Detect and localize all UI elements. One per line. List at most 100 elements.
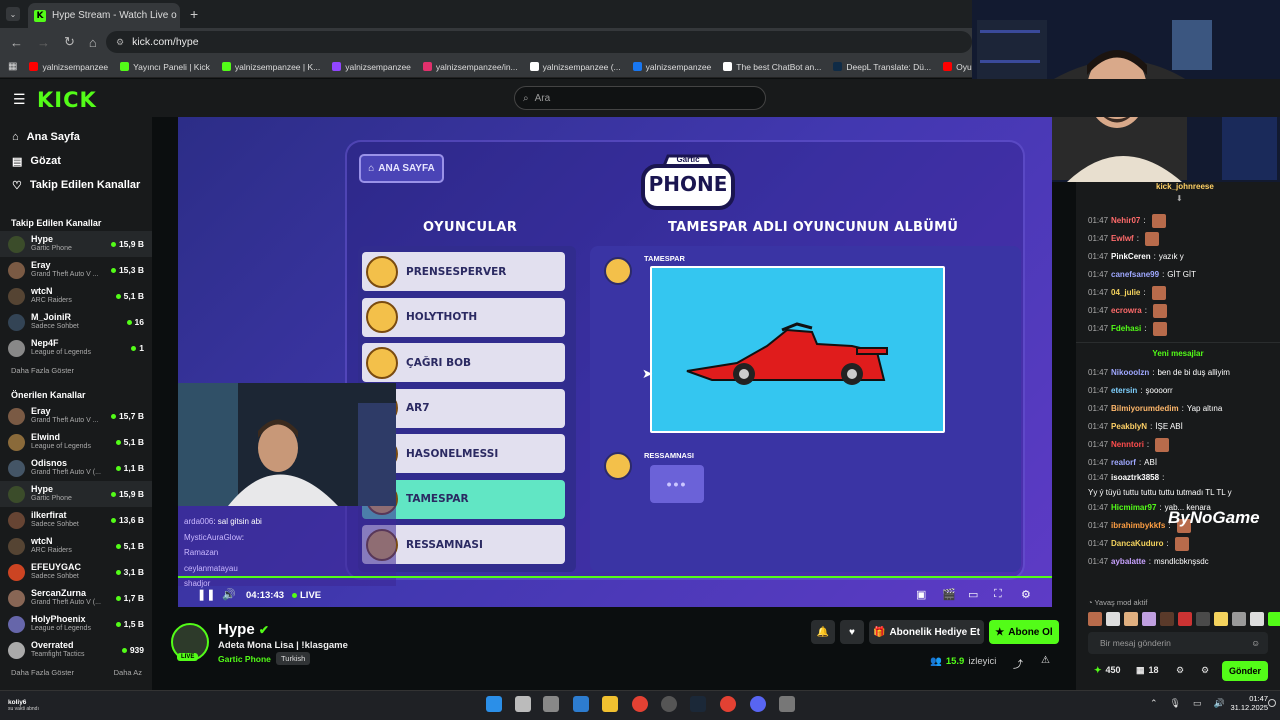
network-icon[interactable]: ▭ — [1193, 698, 1202, 709]
file-explorer-icon[interactable] — [602, 696, 618, 712]
profile-widget[interactable]: koliy6 su vakti abndı — [8, 699, 39, 712]
game-home-button[interactable]: ⌂ ANA SAYFA — [359, 154, 444, 183]
bookmark-item[interactable]: yalnizsempanzee (... — [529, 62, 621, 72]
emote-icon[interactable] — [1196, 612, 1210, 626]
player-row[interactable]: ÇAĞRI BOB — [362, 343, 565, 382]
chat-username[interactable]: Nikooolzn — [1111, 367, 1149, 379]
bookmark-item[interactable]: yalnizsempanzee | K... — [221, 62, 320, 72]
emote-icon[interactable] — [1142, 612, 1156, 626]
emote-icon[interactable] — [1214, 612, 1228, 626]
apps-grid-icon[interactable]: ▦ — [8, 61, 17, 72]
fullscreen-icon[interactable]: ⛶ — [994, 588, 1002, 601]
emote-icon[interactable] — [1160, 612, 1174, 626]
chat-username[interactable]: realorf — [1111, 457, 1136, 469]
streamer-name[interactable]: Hype ✔ — [218, 621, 269, 638]
back-icon[interactable]: ← — [10, 35, 23, 50]
browser-tab[interactable]: K Hype Stream - Watch Live o 🔈 ✕ — [28, 3, 180, 28]
share-icon[interactable]: ⤴ — [1013, 656, 1023, 671]
channel-item[interactable]: Elwind League of Legends 5,1 B — [0, 429, 152, 455]
steam-icon[interactable] — [690, 696, 706, 712]
report-icon[interactable]: ⚠ — [1041, 655, 1050, 666]
url-bar[interactable]: ⚙ kick.com/hype — [106, 31, 972, 53]
channel-item[interactable]: Nep4F League of Legends 1 — [0, 335, 152, 361]
theater-mode-icon[interactable]: ▭ — [968, 588, 978, 601]
chrome-icon[interactable] — [632, 696, 648, 712]
home-browser-icon[interactable]: ⌂ — [89, 35, 97, 50]
emote-icon[interactable] — [1232, 612, 1246, 626]
chat-username[interactable]: Fdehasi — [1111, 323, 1141, 335]
search-input[interactable]: ⌕ Ara — [514, 86, 766, 110]
site-info-icon[interactable]: ⚙ — [116, 37, 124, 48]
show-more-recommended-link[interactable]: Daha Fazla Göster — [11, 668, 74, 677]
channel-item[interactable]: Eray Grand Theft Auto V ... 15,7 B — [0, 403, 152, 429]
chat-counter[interactable]: ▦ 18 — [1136, 665, 1159, 676]
chat-username[interactable]: canefsane99 — [1111, 269, 1159, 281]
new-messages-divider[interactable]: Yeni mesajlar — [1076, 342, 1280, 360]
bookmark-item[interactable]: Yayıncı Paneli | Kick — [120, 62, 210, 72]
chat-username[interactable]: Ewlwf — [1111, 233, 1134, 245]
channel-item[interactable]: Eray Grand Theft Auto V ... 15,3 B — [0, 257, 152, 283]
forward-icon[interactable]: → — [37, 35, 50, 50]
start-icon[interactable] — [486, 696, 502, 712]
player-row[interactable]: HOLYTHOTH — [362, 297, 565, 337]
tab-list-icon[interactable]: ⌄ — [6, 7, 20, 21]
channel-item[interactable]: M_JoiniR Sadece Sohbet 16 — [0, 309, 152, 335]
player-row[interactable]: PRENSESPERVER — [362, 252, 565, 291]
chevron-up-icon[interactable]: ⌃ — [1150, 698, 1158, 709]
emote-icon[interactable] — [1088, 612, 1102, 626]
channel-item[interactable]: SercanZurna Grand Theft Auto V (... 1,7 B — [0, 585, 152, 611]
chat-username[interactable]: isoaztrk3858 — [1111, 472, 1159, 484]
volume-icon[interactable]: 🔊 — [222, 588, 236, 601]
emoji-icon[interactable]: ☺ — [1251, 638, 1260, 648]
show-less-link[interactable]: Daha Az — [114, 668, 142, 677]
photos-icon[interactable] — [573, 696, 589, 712]
chat-gear-icon[interactable]: ⚙ — [1201, 665, 1209, 676]
channel-item[interactable]: ilkerfirat Sadece Sohbet 13,6 B — [0, 507, 152, 533]
emote-icon[interactable] — [1250, 612, 1264, 626]
language-tag[interactable]: Turkish — [276, 652, 311, 665]
chat-username[interactable]: PeakblyN — [1111, 421, 1147, 433]
bookmark-item[interactable]: yalnizsempanzee/in... — [422, 62, 518, 72]
widgets-icon[interactable] — [543, 696, 559, 712]
chat-username[interactable]: aybalatte — [1111, 556, 1146, 568]
sidebar-nav-item[interactable]: ▤ Gözat — [0, 149, 152, 173]
emote-icon[interactable] — [1124, 612, 1138, 626]
bookmark-item[interactable]: yalnizsempanzee — [29, 62, 108, 72]
app-icon[interactable] — [779, 696, 795, 712]
bookmark-item[interactable]: DeepL Translate: Dü... — [833, 62, 931, 72]
channel-points[interactable]: ✦ 450 — [1094, 665, 1121, 676]
channel-item[interactable]: Hype Gartic Phone 15,9 B — [0, 481, 152, 507]
menu-icon[interactable]: ☰ — [13, 91, 26, 108]
miniplayer-icon[interactable]: ▣ — [916, 588, 926, 601]
chat-username[interactable]: DancaKuduro — [1111, 538, 1163, 550]
bookmark-item[interactable]: Oyunlara YAPAY — [943, 62, 972, 72]
settings-icon[interactable]: ⚙ — [1021, 588, 1031, 601]
kick-logo[interactable]: KICK — [37, 88, 97, 112]
new-tab-icon[interactable]: + — [190, 6, 198, 22]
sidebar-nav-item[interactable]: ⌂ Ana Sayfa — [0, 125, 152, 149]
live-indicator[interactable]: LIVE — [292, 590, 321, 601]
bookmark-item[interactable]: yalnizsempanzee — [632, 62, 711, 72]
emote-icon[interactable] — [1178, 612, 1192, 626]
chat-username[interactable]: Bilmiyorumdedim — [1111, 403, 1179, 415]
chat-username[interactable]: ibrahimbykkfs — [1111, 520, 1165, 532]
channel-item[interactable]: HolyPhoenix League of Legends 1,5 B — [0, 611, 152, 637]
discord-icon[interactable] — [750, 696, 766, 712]
emote-icon[interactable] — [1268, 612, 1280, 626]
clip-icon[interactable]: 🎬 — [942, 588, 956, 601]
notification-bell-button[interactable]: 🔔 — [811, 620, 835, 644]
emote-icon[interactable] — [1106, 612, 1120, 626]
gift-sub-button[interactable]: 🎁 Abonelik Hediye Et — [869, 620, 984, 644]
clock[interactable]: 01:47 31.12.2025 — [1228, 694, 1268, 712]
channel-item[interactable]: Odisnos Grand Theft Auto V (... 1,1 B — [0, 455, 152, 481]
chrome-alt-icon[interactable] — [720, 696, 736, 712]
microphone-icon[interactable]: 🎙 — [1170, 698, 1181, 709]
show-more-followed-link[interactable]: Daha Fazla Göster — [0, 361, 152, 379]
channel-item[interactable]: wtcN ARC Raiders 5,1 B — [0, 283, 152, 309]
speaker-icon[interactable]: 🔊 — [1214, 698, 1225, 709]
stream-category[interactable]: Gartic Phone — [218, 654, 271, 664]
chat-username[interactable]: Nehir07 — [1111, 215, 1140, 227]
chat-input[interactable]: Bir mesaj gönderin ☺ — [1088, 632, 1268, 654]
chat-username[interactable]: Hicmimar97 — [1111, 502, 1156, 514]
obs-icon[interactable] — [661, 696, 677, 712]
